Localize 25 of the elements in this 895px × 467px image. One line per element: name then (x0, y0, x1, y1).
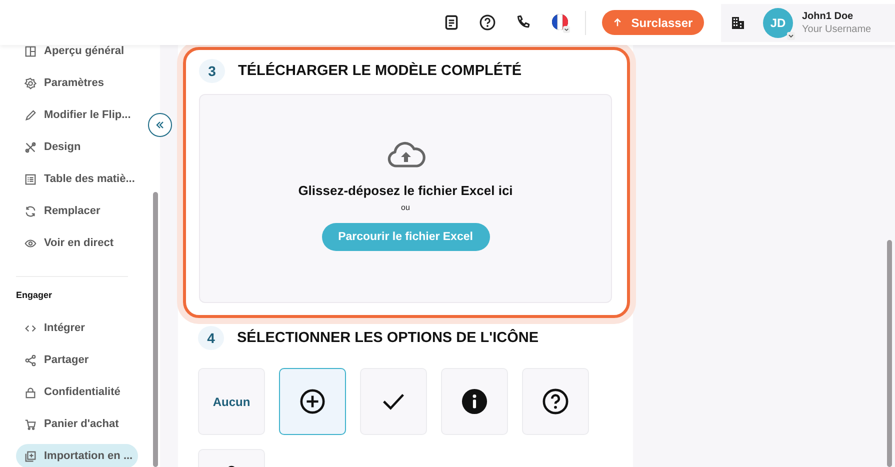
sidebar-item[interactable]: Modifier le Flip... (16, 99, 138, 131)
sidebar-item[interactable]: Aperçu général (16, 45, 138, 67)
sidebar-item[interactable]: Confidentialité (16, 376, 138, 408)
drop-zone[interactable]: Glissez-déposez le fichier Excel ici ou Parcourir le fichier Excel (199, 94, 612, 303)
step-title: SÉLECTIONNER LES OPTIONS DE L'ICÔNE (237, 330, 539, 346)
sidebar-item[interactable]: Partager (16, 344, 138, 376)
section-label: Engager (16, 290, 52, 300)
sidebar-item[interactable]: Design (16, 131, 138, 163)
or-separator: ou (401, 203, 410, 212)
sidebar-item[interactable]: Remplacer (16, 195, 138, 227)
sidebar-item[interactable]: Importation en ... (16, 444, 138, 467)
user-avatar: JD (763, 8, 793, 38)
step-number: 4 (198, 326, 224, 350)
user-menu[interactable]: JD John1 Doe Your Username (721, 4, 895, 42)
user-name: John1 Doe (802, 10, 854, 22)
sidebar-item[interactable]: Table des matiè... (16, 163, 138, 195)
user-username: Your Username (802, 22, 872, 36)
sidebar-item[interactable]: Voir en direct (16, 227, 138, 259)
step-title: TÉLÉCHARGER LE MODÈLE COMPLÉTÉ (238, 63, 522, 79)
sidebar-item[interactable]: Intégrer (16, 312, 138, 344)
icon-option[interactable]: Aucun (198, 368, 265, 435)
drop-instruction: Glissez-déposez le fichier Excel ici (298, 183, 513, 198)
sidebar-item[interactable]: Paramètres (16, 67, 138, 99)
step-number: 3 (199, 59, 225, 83)
sidebar-item[interactable]: Panier d'achat (16, 408, 138, 440)
